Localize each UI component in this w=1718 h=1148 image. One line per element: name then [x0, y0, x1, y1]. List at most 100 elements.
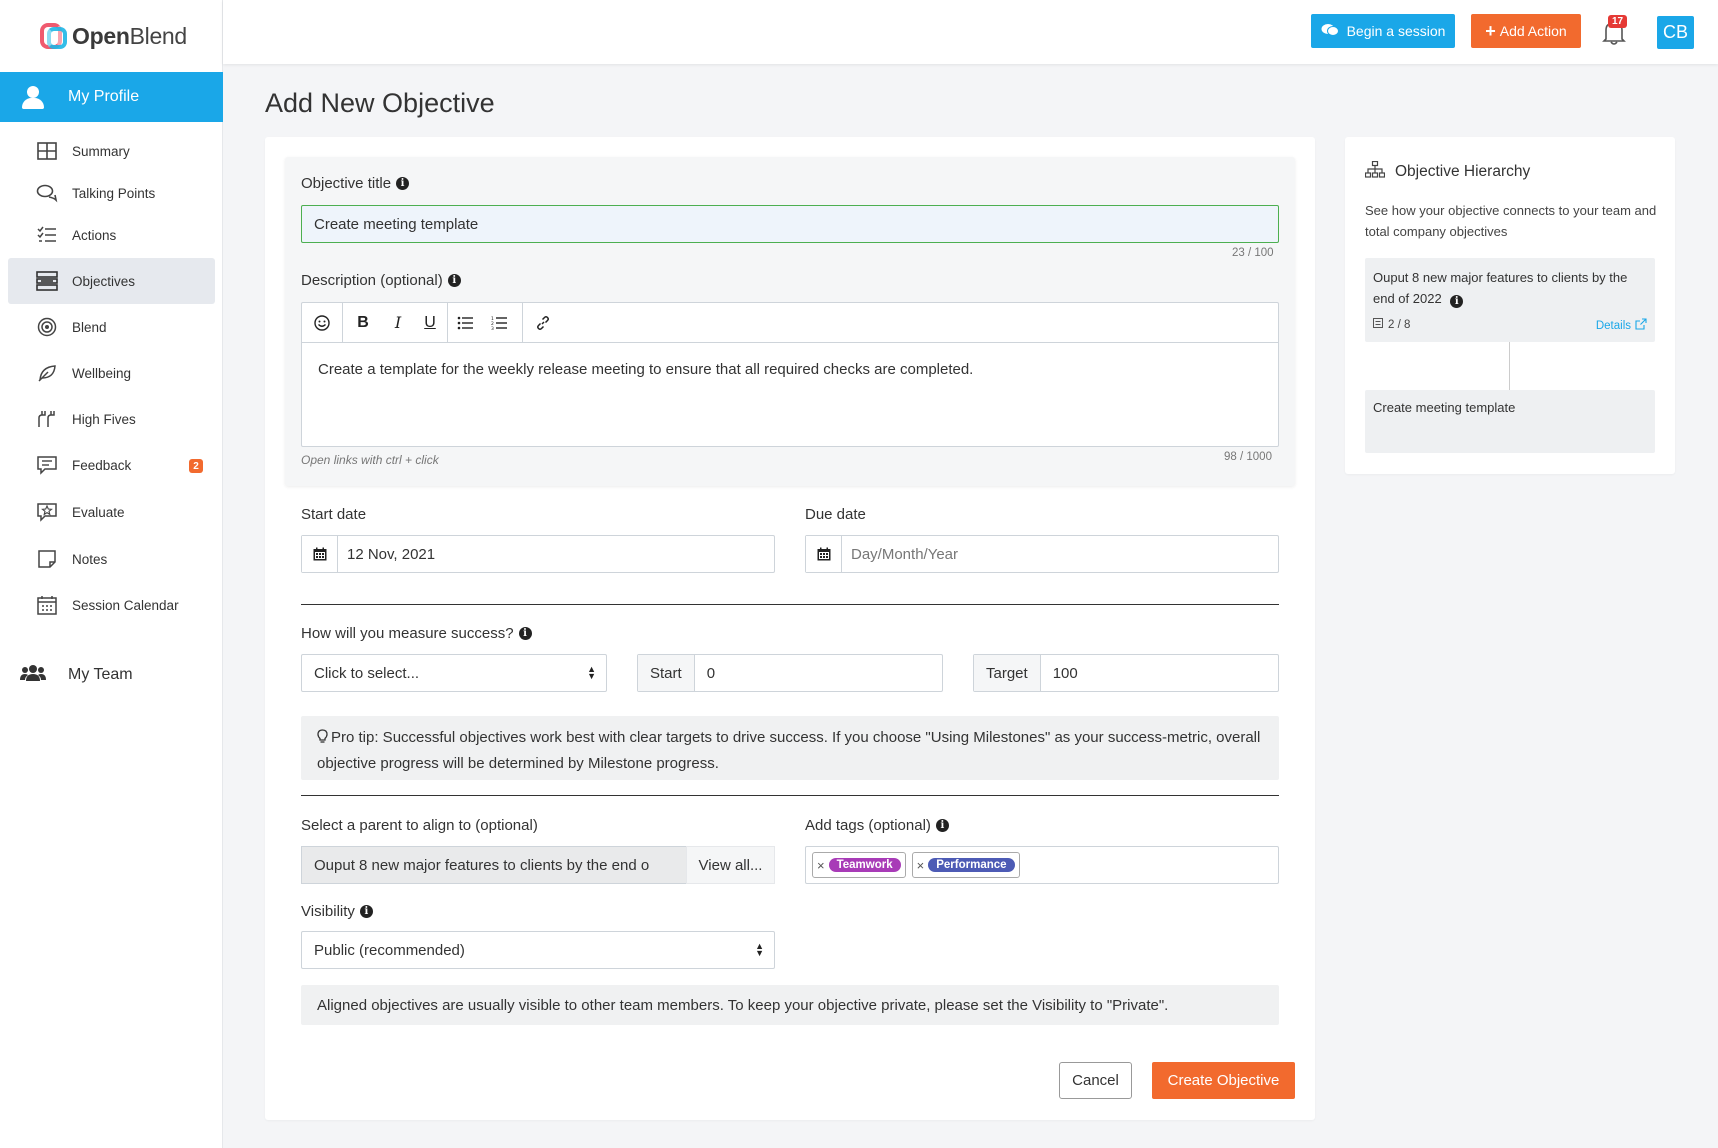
description-editor[interactable]: B I U 123 Create a template for the week…	[301, 302, 1279, 447]
sidebar-item-label: My Profile	[68, 88, 140, 105]
description-label: Description (optional) i	[301, 272, 461, 289]
calendar-icon[interactable]	[806, 536, 842, 572]
start-value: 0	[706, 664, 716, 682]
tag-performance: × Performance	[911, 852, 1020, 878]
underline-icon[interactable]: U	[413, 303, 447, 343]
pro-tip: Pro tip: Successful objectives work best…	[301, 716, 1279, 780]
sidebar-item-blend[interactable]: Blend	[8, 304, 215, 350]
bold-icon[interactable]: B	[343, 303, 383, 343]
hierarchy-description: See how your objective connects to your …	[1365, 203, 1657, 239]
numbered-list-icon[interactable]: 123	[482, 303, 516, 343]
visibility-label: Visibility i	[301, 903, 373, 920]
details-link[interactable]: Details	[1596, 318, 1647, 333]
editor-toolbar: B I U 123	[302, 302, 1278, 343]
target-value-input[interactable]: Target 100	[973, 654, 1279, 692]
measure-label-text: How will you measure success?	[301, 625, 514, 642]
measure-select[interactable]: Click to select... ▲ ▼	[301, 654, 607, 692]
star-board-icon	[36, 501, 58, 523]
team-icon	[20, 664, 46, 687]
begin-session-button[interactable]: Begin a session	[1311, 14, 1455, 48]
description-label-text: Description (optional)	[301, 272, 443, 289]
sidebar-item-actions[interactable]: Actions	[8, 214, 215, 256]
sidebar-item-session-calendar[interactable]: Session Calendar	[8, 582, 215, 628]
calendar-icon[interactable]	[302, 536, 338, 572]
hierarchy-icon	[1364, 160, 1386, 183]
link-icon[interactable]	[523, 303, 563, 343]
parent-value: Ouput 8 new major features to clients by…	[301, 846, 686, 884]
sidebar-item-label: Session Calendar	[72, 597, 179, 613]
sidebar-item-label: Notes	[72, 551, 108, 567]
create-objective-button[interactable]: Create Objective	[1152, 1062, 1295, 1099]
info-icon[interactable]: i	[935, 819, 949, 832]
italic-icon[interactable]: I	[383, 303, 413, 343]
sidebar-item-wellbeing[interactable]: Wellbeing	[8, 350, 215, 396]
due-date-label-text: Due date	[805, 506, 866, 523]
avatar[interactable]: CB	[1657, 16, 1694, 49]
sidebar-item-summary[interactable]: Summary	[8, 130, 215, 172]
measure-label: How will you measure success? i	[301, 625, 532, 642]
remove-tag-icon[interactable]: ×	[917, 858, 925, 873]
info-icon[interactable]: i	[396, 177, 410, 190]
start-prefix: Start	[638, 655, 695, 691]
start-date-label: Start date	[301, 506, 366, 523]
cancel-button[interactable]: Cancel	[1059, 1062, 1132, 1099]
sidebar-item-objectives[interactable]: Objectives	[8, 258, 215, 304]
add-action-button[interactable]: + Add Action	[1471, 14, 1581, 48]
tags-input[interactable]: × Teamwork × Performance	[805, 846, 1279, 884]
sidebar-item-label: Feedback	[72, 457, 132, 473]
add-action-label: Add Action	[1499, 23, 1567, 39]
info-icon[interactable]: i	[518, 627, 532, 640]
due-date-placeholder: Day/Month/Year	[851, 545, 959, 563]
target-icon	[36, 316, 58, 338]
sidebar-item-label: Wellbeing	[72, 365, 132, 381]
remove-tag-icon[interactable]: ×	[817, 858, 825, 873]
due-date-field[interactable]: Day/Month/Year	[805, 535, 1279, 573]
openblend-logo[interactable]: OpenBlend	[0, 0, 222, 72]
info-icon[interactable]: i	[1450, 295, 1464, 308]
view-all-button[interactable]: View all...	[686, 846, 775, 884]
info-icon[interactable]: i	[447, 274, 461, 287]
external-link-icon	[1635, 318, 1647, 333]
target-value: 100	[1052, 664, 1078, 682]
logo-mark-icon	[40, 21, 70, 51]
sidebar-item-my-team[interactable]: My Team	[0, 660, 223, 690]
description-text: Create a template for the weekly release…	[318, 361, 974, 378]
sidebar-item-label: Summary	[72, 143, 130, 159]
hands-icon	[36, 408, 58, 430]
start-date-field[interactable]: 12 Nov, 2021	[301, 535, 775, 573]
visibility-select[interactable]: Public (recommended) ▲ ▼	[301, 931, 775, 969]
user-icon	[22, 86, 44, 109]
sidebar-item-evaluate[interactable]: Evaluate	[8, 488, 215, 536]
start-date-value: 12 Nov, 2021	[347, 545, 436, 563]
hierarchy-parent-title: Ouput 8 new major features to clients by…	[1373, 267, 1643, 309]
notification-count-badge: 17	[1608, 15, 1628, 28]
tag-teamwork: × Teamwork	[812, 852, 906, 878]
tag-label: Performance	[928, 858, 1015, 872]
sidebar-item-talking-points[interactable]: Talking Points	[8, 172, 215, 214]
tags-label: Add tags (optional) i	[805, 817, 949, 834]
sidebar-item-label: Evaluate	[72, 504, 125, 520]
sort-caret-icon: ▲ ▼	[587, 664, 596, 681]
objective-title-input[interactable]: Create meeting template	[301, 205, 1279, 243]
emoji-icon[interactable]	[302, 303, 342, 343]
sidebar-item-my-profile[interactable]: My Profile	[0, 72, 223, 122]
sidebar-item-notes[interactable]: Notes	[8, 536, 215, 582]
hierarchy-parent-node: Ouput 8 new major features to clients by…	[1365, 258, 1655, 342]
parent-label-text: Select a parent to align to (optional)	[301, 817, 538, 834]
stack-icon	[36, 270, 58, 292]
due-date-label: Due date	[805, 506, 866, 523]
brand-name-bold: Open	[72, 22, 130, 49]
bullet-list-icon[interactable]	[448, 303, 482, 343]
parent-label: Select a parent to align to (optional)	[301, 817, 538, 834]
start-value-input[interactable]: Start 0	[637, 654, 943, 692]
begin-session-label: Begin a session	[1346, 23, 1446, 39]
hierarchy-title-text: Objective Hierarchy	[1395, 163, 1531, 180]
info-icon[interactable]: i	[359, 905, 373, 918]
sidebar-item-feedback[interactable]: Feedback 2	[8, 442, 215, 488]
hierarchy-parent-title-text: Ouput 8 new major features to clients by…	[1373, 270, 1628, 306]
sidebar-item-high-fives[interactable]: High Fives	[8, 396, 215, 442]
svg-text:3: 3	[491, 326, 494, 330]
hierarchy-child-node: Create meeting template	[1365, 390, 1655, 453]
grid-icon	[36, 140, 58, 162]
title-char-counter: 23 / 100	[1232, 247, 1274, 259]
